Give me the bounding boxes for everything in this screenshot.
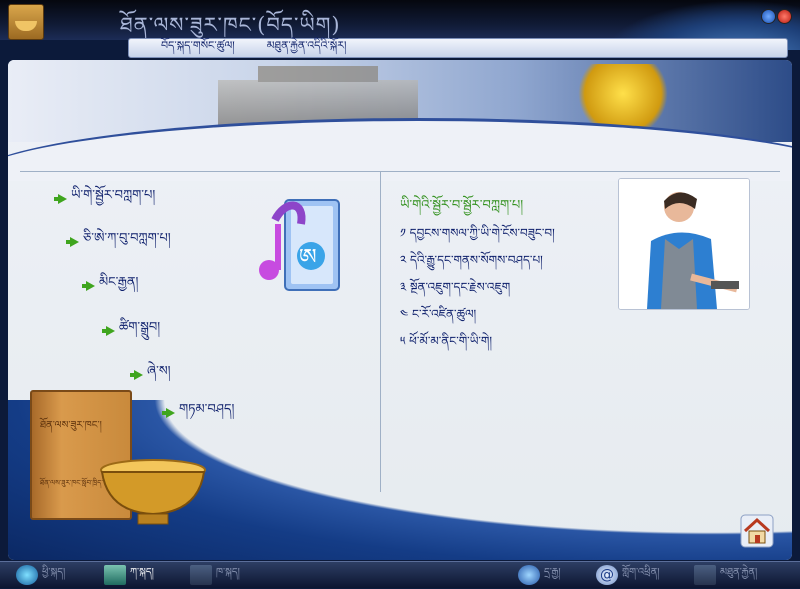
- taskbar-label: ཁ་སྐད།: [216, 567, 240, 578]
- close-button[interactable]: [777, 9, 792, 24]
- music-note-folder-icon: ཨ: [259, 199, 340, 291]
- taskbar-label: གློག་འཕྲིན།: [622, 567, 660, 578]
- circle-logo-icon: [16, 565, 38, 585]
- svg-text:ཨ: ཨ: [299, 245, 317, 270]
- taskbar-item-foreign-language[interactable]: ཕྱི་སྐད།: [16, 565, 65, 585]
- globe-icon: [518, 565, 540, 585]
- taskbar-item-email[interactable]: @ གློག་འཕྲིན།: [596, 565, 659, 585]
- horizontal-divider: [20, 171, 780, 172]
- nav-label: ཞེ་ས།: [147, 364, 171, 379]
- taskbar-label: ཕྱི་སྐད།: [42, 567, 66, 578]
- taskbar-label: ཀ་སྐད།: [130, 567, 154, 578]
- menu-item-reading-method[interactable]: བོད་སྐད་གསོང་ཚུལ།: [161, 33, 235, 64]
- taskbar-item-resources[interactable]: མཐུན་རྐྱེན།: [694, 565, 757, 585]
- taskbar-item-ka-language[interactable]: ཀ་སྐད།: [104, 565, 154, 585]
- instructor-photo: [618, 178, 750, 310]
- taskbar-item-kha-language[interactable]: ཁ་སྐད།: [190, 565, 240, 585]
- at-sign-icon: @: [596, 565, 618, 585]
- book-title: ཐོན་ལས་ཟུར་ཁང་།: [40, 420, 102, 431]
- nav-item-letters[interactable]: ཡི་གེ་སྦྱོར་བཀླག་པ།: [54, 180, 156, 217]
- nav-label: ཡི་གེ་སྦྱོར་བཀླག་པ།: [71, 188, 156, 203]
- book-subtitle: ཐོན་ལས་ཟུར་ཁང་སློབ་ཁྲིད་: [40, 479, 103, 487]
- green-arrow-icon: [162, 407, 175, 418]
- nav-label: ཅི་ཨེ་ཀ་བུ་བཀླག་པ།: [83, 231, 171, 246]
- taskbar-label: མཐུན་རྐྱེན།: [720, 567, 758, 578]
- nav-item-grammar[interactable]: ཚིག་སྒྲུབ།: [102, 312, 161, 349]
- person-icon: [190, 565, 212, 585]
- person-icon: [104, 565, 126, 585]
- minimize-button[interactable]: [761, 9, 776, 24]
- nav-item-honorifics[interactable]: ཞེ་ས།: [130, 356, 171, 393]
- main-panel: ཡི་གེ་སྦྱོར་བཀླག་པ། ཅི་ཨེ་ཀ་བུ་བཀླག་པ། མ…: [8, 60, 792, 560]
- vertical-divider: [380, 172, 381, 492]
- green-arrow-icon: [82, 280, 95, 291]
- home-icon[interactable]: [740, 514, 774, 548]
- resource-icon: [694, 565, 716, 585]
- nav-label: མིང་རྒྱན།: [99, 275, 139, 290]
- nav-item-speech[interactable]: གཏམ་བཤད།: [162, 394, 235, 431]
- green-arrow-icon: [130, 369, 143, 380]
- taskbar: ཕྱི་སྐད། ཀ་སྐད། ཁ་སྐད། དྲ་རྒྱ། @ གློག་འཕ…: [0, 561, 800, 588]
- green-arrow-icon: [66, 236, 79, 247]
- menu-item-about[interactable]: མཐུན་རྐྱེན་འདིའི་སྐོར།: [267, 33, 347, 64]
- course-item[interactable]: ༥ ཕོ་མོ་མ་ནིང་གི་ཡི་གེ།: [400, 328, 492, 362]
- nav-item-reading[interactable]: ཅི་ཨེ་ཀ་བུ་བཀླག་པ།: [66, 223, 171, 260]
- nav-item-names[interactable]: མིང་རྒྱན།: [82, 267, 139, 304]
- nav-label: གཏམ་བཤད།: [179, 402, 235, 417]
- bowl-logo-icon: [8, 4, 44, 40]
- taskbar-label: དྲ་རྒྱ།: [544, 567, 561, 578]
- nav-label: ཚིག་སྒྲུབ།: [119, 320, 161, 335]
- title-bar: ཐོན་ལས་ཟུར་ཁང་(བོད་ཡིག): [0, 0, 800, 50]
- taskbar-item-internet[interactable]: དྲ་རྒྱ།: [518, 565, 561, 585]
- golden-bowl-image: [100, 459, 206, 525]
- green-arrow-icon: [102, 325, 115, 336]
- menu-bar: བོད་སྐད་གསོང་ཚུལ། མཐུན་རྐྱེན་འདིའི་སྐོར།: [128, 38, 788, 58]
- green-arrow-icon: [54, 193, 67, 204]
